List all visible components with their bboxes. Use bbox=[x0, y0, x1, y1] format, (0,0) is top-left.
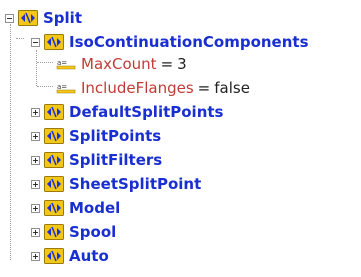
tree-connector-line bbox=[16, 38, 24, 39]
attribute-equals: = bbox=[160, 55, 174, 73]
tree-node-label: SplitFilters bbox=[69, 151, 163, 169]
tree-node-auto[interactable]: Auto bbox=[31, 244, 109, 268]
expand-toggle[interactable] bbox=[31, 227, 40, 237]
xml-element-icon bbox=[44, 176, 64, 192]
tree-node-splitpoints[interactable]: SplitPoints bbox=[31, 124, 161, 148]
tree-node-isocontinuationcomponents[interactable]: IsoContinuationComponents bbox=[31, 30, 309, 54]
attribute-name: MaxCount bbox=[81, 55, 157, 73]
collapse-toggle[interactable] bbox=[31, 37, 40, 47]
xml-element-icon bbox=[44, 200, 64, 216]
attribute-icon: a= bbox=[56, 59, 76, 70]
xml-element-icon bbox=[44, 128, 64, 144]
tree-node-model[interactable]: Model bbox=[31, 196, 120, 220]
attribute-value: false bbox=[214, 79, 250, 97]
tree-node-defaultsplitpoints[interactable]: DefaultSplitPoints bbox=[31, 100, 223, 124]
tree-connector-line bbox=[37, 86, 53, 87]
tree-node-label: Spool bbox=[69, 223, 117, 241]
attribute-value: 3 bbox=[177, 55, 187, 73]
tree-attribute-includeflanges[interactable]: a= IncludeFlanges = false bbox=[56, 76, 250, 100]
xml-element-icon bbox=[44, 104, 64, 120]
tree-node-splitfilters[interactable]: SplitFilters bbox=[31, 148, 162, 172]
tree-node-label: Split bbox=[43, 9, 82, 27]
attribute-name: IncludeFlanges bbox=[81, 79, 194, 97]
tree-node-label: IsoContinuationComponents bbox=[69, 33, 309, 51]
xml-element-icon bbox=[44, 152, 64, 168]
expand-toggle[interactable] bbox=[31, 107, 40, 117]
tree-node-label: DefaultSplitPoints bbox=[69, 103, 224, 121]
xml-element-icon bbox=[18, 10, 38, 26]
expand-toggle[interactable] bbox=[31, 203, 40, 213]
expand-toggle[interactable] bbox=[31, 155, 40, 165]
tree-connector-line bbox=[36, 50, 37, 86]
attribute-equals: = bbox=[197, 79, 211, 97]
tree-attribute-maxcount[interactable]: a= MaxCount = 3 bbox=[56, 52, 187, 76]
tree-node-label: Model bbox=[69, 199, 121, 217]
tree-node-sheetsplitpoint[interactable]: SheetSplitPoint bbox=[31, 172, 201, 196]
tree-connector-line bbox=[10, 24, 11, 260]
tree-connector-line bbox=[37, 62, 53, 63]
xml-element-icon bbox=[44, 248, 64, 264]
tree-node-label: SplitPoints bbox=[69, 127, 162, 145]
expand-toggle[interactable] bbox=[31, 131, 40, 141]
tree-node-label: SheetSplitPoint bbox=[69, 175, 202, 193]
expand-toggle[interactable] bbox=[31, 251, 40, 261]
tree-node-split[interactable]: Split bbox=[5, 6, 82, 30]
xml-element-icon bbox=[44, 34, 64, 50]
tree-node-spool[interactable]: Spool bbox=[31, 220, 116, 244]
expand-toggle[interactable] bbox=[31, 179, 40, 189]
xml-element-icon bbox=[44, 224, 64, 240]
collapse-toggle[interactable] bbox=[5, 13, 14, 23]
tree-node-label: Auto bbox=[69, 247, 109, 265]
attribute-icon: a= bbox=[56, 83, 76, 94]
